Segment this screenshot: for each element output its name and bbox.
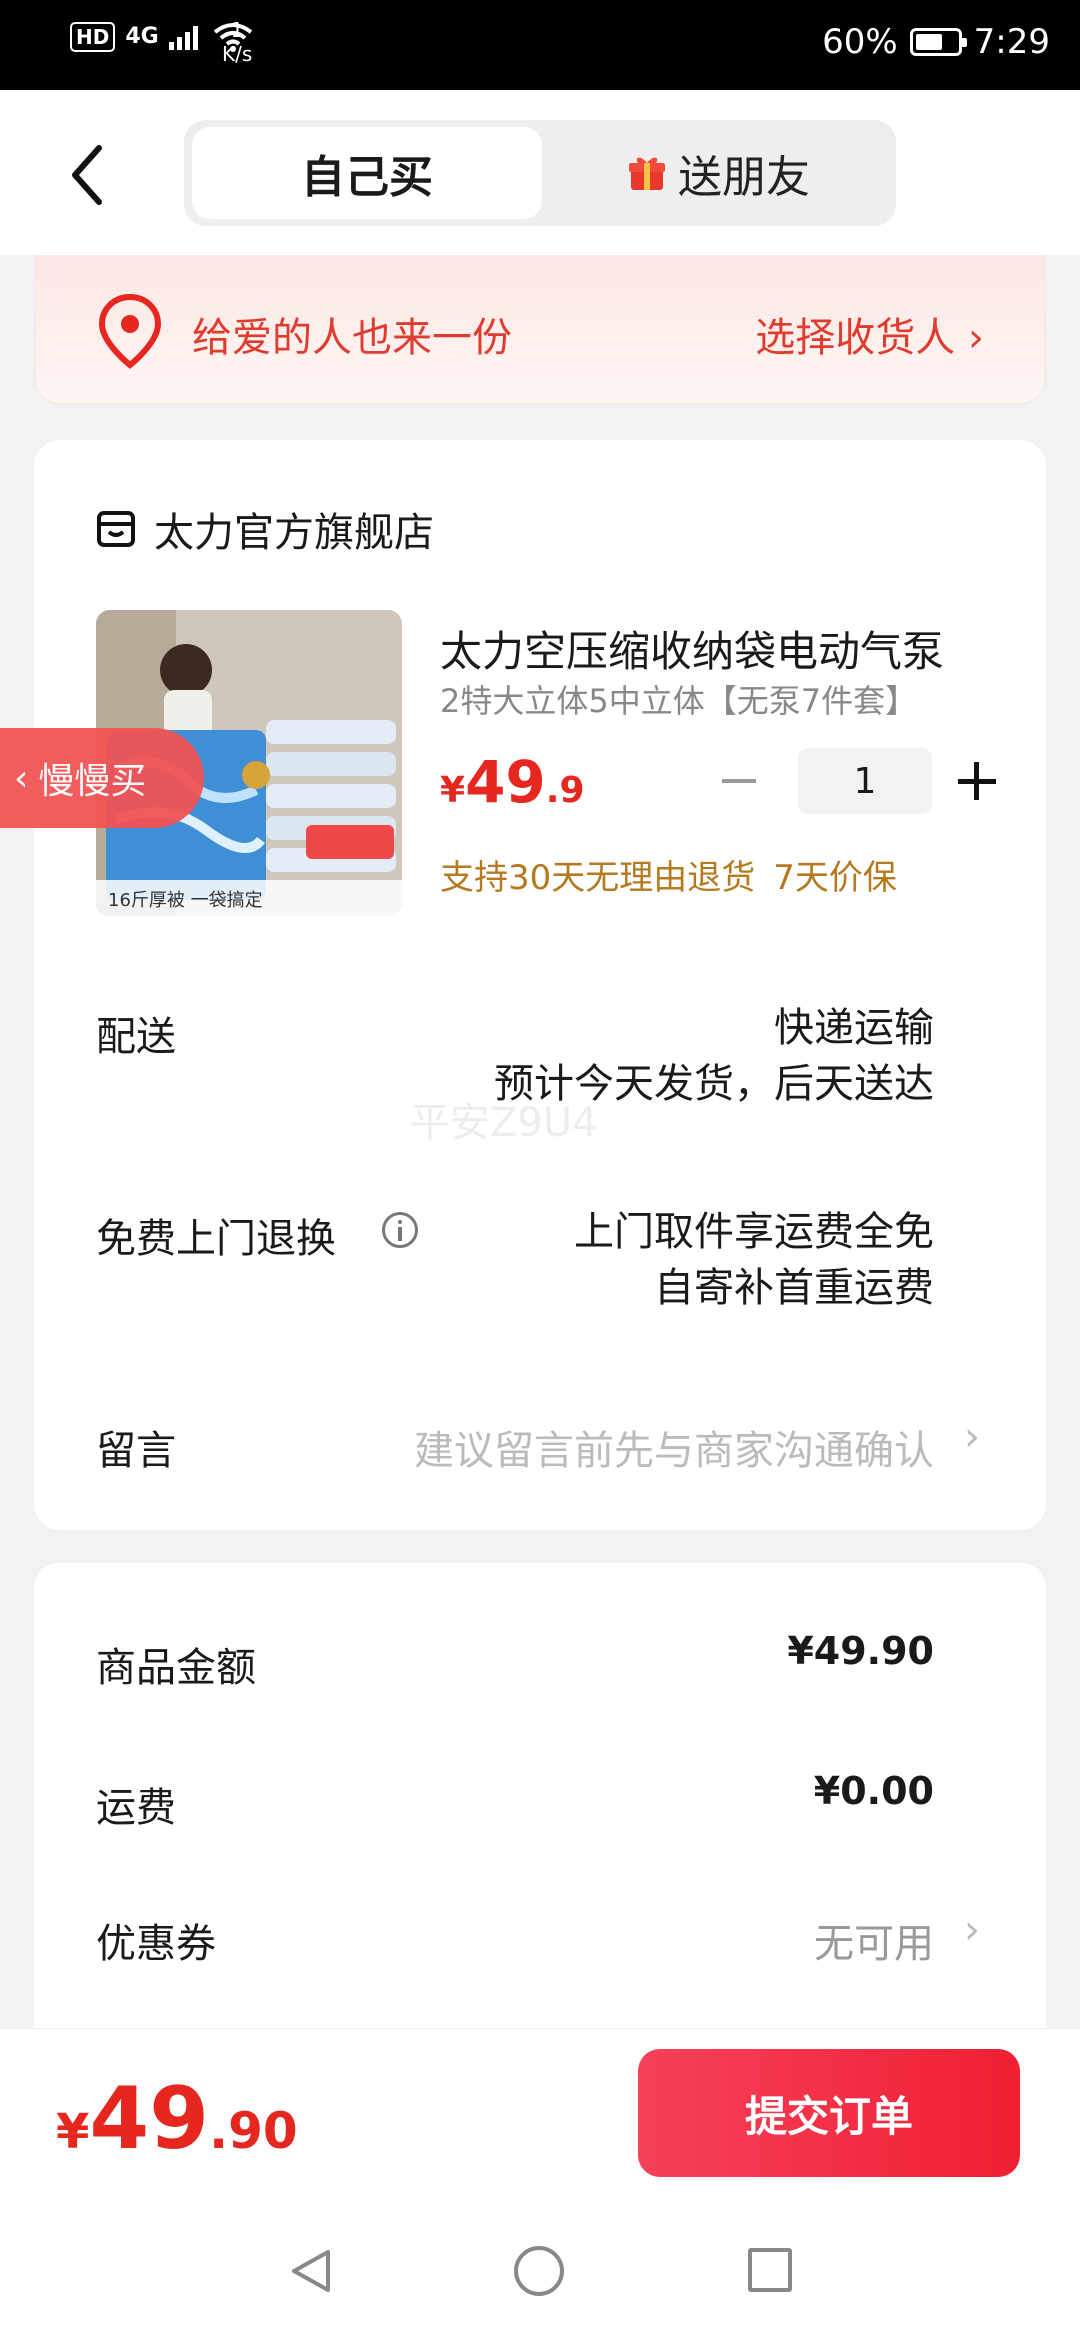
slow-buy-label: 慢慢买 — [38, 761, 147, 802]
nav-home-icon[interactable] — [514, 2246, 564, 2296]
store-icon — [97, 511, 135, 547]
free-return-info: 上门取件享运费全免 自寄补首重运费 — [574, 1204, 934, 1316]
tab-buy-for-self-label: 自己买 — [301, 152, 433, 203]
signal-icon — [168, 26, 198, 50]
free-return-label: 免费上门退换 — [96, 1216, 336, 1262]
price-integer: 49 — [465, 748, 546, 816]
price-currency: ¥ — [440, 770, 466, 811]
delivery-label: 配送 — [96, 1014, 176, 1060]
coupon-label: 优惠券 — [96, 1921, 216, 1967]
service-guarantees: 支持30天无理由退货 7天价保 — [440, 850, 897, 899]
nav-back-icon[interactable] — [286, 2246, 336, 2296]
price-decimal: .9 — [545, 770, 585, 811]
order-total: ¥49.90 — [56, 2069, 298, 2169]
hd-badge: HD — [70, 22, 116, 52]
tab-buy-for-self[interactable]: 自己买 — [192, 127, 542, 219]
status-right: 60% 7:29 — [822, 22, 1050, 62]
total-decimal: .90 — [209, 2102, 298, 2160]
net-speed: 1 K/s — [222, 18, 252, 66]
select-recipient-link[interactable]: 选择收货人 › — [755, 305, 984, 363]
chevron-right-icon: › — [964, 1907, 980, 1953]
goods-amount-label: 商品金额 — [96, 1645, 256, 1691]
quantity-stepper: 1 — [714, 748, 1002, 814]
location-pin-icon — [98, 293, 162, 369]
product-image-caption: 16斤厚被 一袋搞定 — [108, 890, 263, 911]
coupon-value[interactable]: 无可用 — [814, 1911, 934, 1969]
product-title[interactable]: 太力空压缩收纳袋电动气泵 — [440, 618, 980, 679]
tab-gift-to-friend-label: 送朋友 — [678, 152, 810, 203]
system-nav-bar — [0, 2198, 1080, 2340]
shop-row[interactable]: 太力官方旗舰店 — [96, 500, 434, 558]
goods-amount-value: ¥49.90 — [787, 1629, 934, 1673]
total-integer: 49 — [89, 2069, 210, 2169]
slow-buy-floating-tab[interactable]: ‹ 慢慢买 — [0, 728, 204, 828]
total-currency: ¥ — [56, 2104, 90, 2160]
submit-order-button[interactable]: 提交订单 — [638, 2049, 1020, 2177]
info-icon[interactable] — [382, 1212, 418, 1248]
gift-icon — [629, 157, 665, 190]
nav-recents-icon[interactable] — [748, 2248, 792, 2292]
return-self-ship-text: 自寄补首重运费 — [654, 1265, 934, 1311]
gift-recipient-banner[interactable]: 给爱的人也来一份 选择收货人 › — [34, 255, 1046, 405]
header: 自己买 送朋友 — [0, 90, 1080, 255]
return-pickup-text: 上门取件享运费全免 — [574, 1209, 934, 1255]
back-button[interactable] — [55, 130, 125, 220]
chevron-right-icon: › — [964, 1414, 980, 1460]
shop-name: 太力官方旗舰店 — [154, 510, 434, 556]
decrease-quantity-button[interactable] — [714, 756, 764, 806]
remark-input[interactable]: 建议留言前先与商家沟通确认 — [414, 1418, 934, 1476]
price-protect-tag: 7天价保 — [773, 858, 897, 898]
return-policy-tag: 支持30天无理由退货 — [440, 858, 756, 898]
banner-text: 给爱的人也来一份 — [192, 315, 512, 361]
watermark: 平安Z9U4 — [410, 1100, 598, 1146]
shipping-label: 运费 — [96, 1785, 176, 1831]
select-recipient-label: 选择收货人 — [755, 315, 956, 361]
clock: 7:29 — [973, 22, 1050, 62]
net-speed-value: 1 — [230, 18, 244, 42]
product-spec[interactable]: 2特大立体5中立体【无泵7件套】 — [440, 676, 917, 722]
increase-quantity-button[interactable] — [952, 756, 1002, 806]
chevron-right-icon: › — [968, 315, 984, 361]
net-speed-unit: K/s — [222, 42, 253, 66]
chevron-left-icon: ‹ — [14, 757, 29, 799]
price-summary-card: 商品金额 ¥49.90 运费 ¥0.00 优惠券 无可用 › — [34, 1563, 1046, 2083]
status-bar: HD 4G 1 K/s 60% 7:29 — [0, 0, 1080, 90]
purchase-mode-tabs: 自己买 送朋友 — [184, 120, 896, 226]
battery-percent: 60% — [822, 22, 898, 62]
delivery-method: 快递运输 — [774, 1005, 934, 1051]
network-type: 4G — [125, 24, 159, 49]
product-price: ¥49.9 — [440, 748, 585, 816]
remark-label: 留言 — [96, 1428, 176, 1474]
back-arrow-icon — [72, 145, 102, 205]
checkout-bar: ¥49.90 提交订单 — [0, 2028, 1080, 2198]
battery-icon — [909, 28, 967, 56]
tab-gift-to-friend[interactable]: 送朋友 — [554, 127, 884, 219]
shipping-value: ¥0.00 — [813, 1769, 934, 1813]
quantity-field[interactable]: 1 — [798, 748, 932, 814]
order-card: 太力官方旗舰店 16斤厚被 一袋搞定 太力空压缩收纳袋电动气泵 2特大立体5中立… — [34, 440, 1046, 1530]
